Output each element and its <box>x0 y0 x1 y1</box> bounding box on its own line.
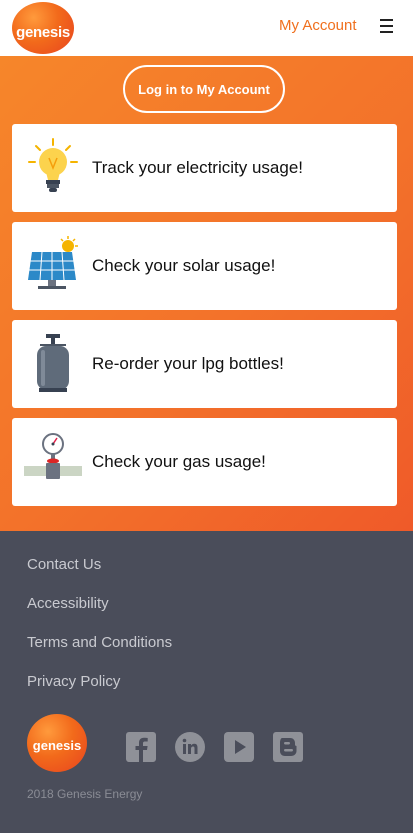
card-label: Re-order your lpg bottles! <box>92 354 284 373</box>
lightbulb-icon <box>28 138 78 192</box>
linkedin-icon[interactable] <box>175 732 205 762</box>
login-button[interactable]: Log in to My Account <box>123 65 285 113</box>
my-account-link[interactable]: My Account <box>279 17 357 34</box>
footer-link-contact[interactable]: Contact Us <box>27 556 101 573</box>
gas-meter-icon <box>24 433 82 479</box>
card-label: Check your solar usage! <box>92 256 276 275</box>
footer-link-privacy[interactable]: Privacy Policy <box>27 673 120 690</box>
logo-text: genesis <box>32 737 82 753</box>
card-label: Track your electricity usage! <box>92 158 303 177</box>
footer-genesis-logo[interactable]: genesis <box>27 714 87 772</box>
card-gas[interactable]: Check your gas usage! <box>12 418 397 506</box>
footer-link-terms[interactable]: Terms and Conditions <box>27 634 172 651</box>
hero-section: Log in to My Account Track your electric… <box>0 56 413 531</box>
site-header: genesis My Account <box>0 0 415 56</box>
hamburger-menu-icon[interactable] <box>380 19 393 33</box>
copyright-text: 2018 Genesis Energy <box>27 787 143 801</box>
youtube-icon[interactable] <box>224 732 254 762</box>
site-footer: Contact Us Accessibility Terms and Condi… <box>0 531 413 833</box>
footer-link-accessibility[interactable]: Accessibility <box>27 595 109 612</box>
card-label: Check your gas usage! <box>92 452 266 471</box>
card-lpg[interactable]: Re-order your lpg bottles! <box>12 320 397 408</box>
logo-text: genesis <box>16 23 70 41</box>
blogger-icon[interactable] <box>273 732 303 762</box>
gas-bottle-icon <box>37 334 69 392</box>
genesis-logo[interactable]: genesis <box>12 2 74 54</box>
card-electricity[interactable]: Track your electricity usage! <box>12 124 397 212</box>
facebook-icon[interactable] <box>126 732 156 762</box>
solar-panel-icon <box>28 236 78 289</box>
card-solar[interactable]: Check your solar usage! <box>12 222 397 310</box>
